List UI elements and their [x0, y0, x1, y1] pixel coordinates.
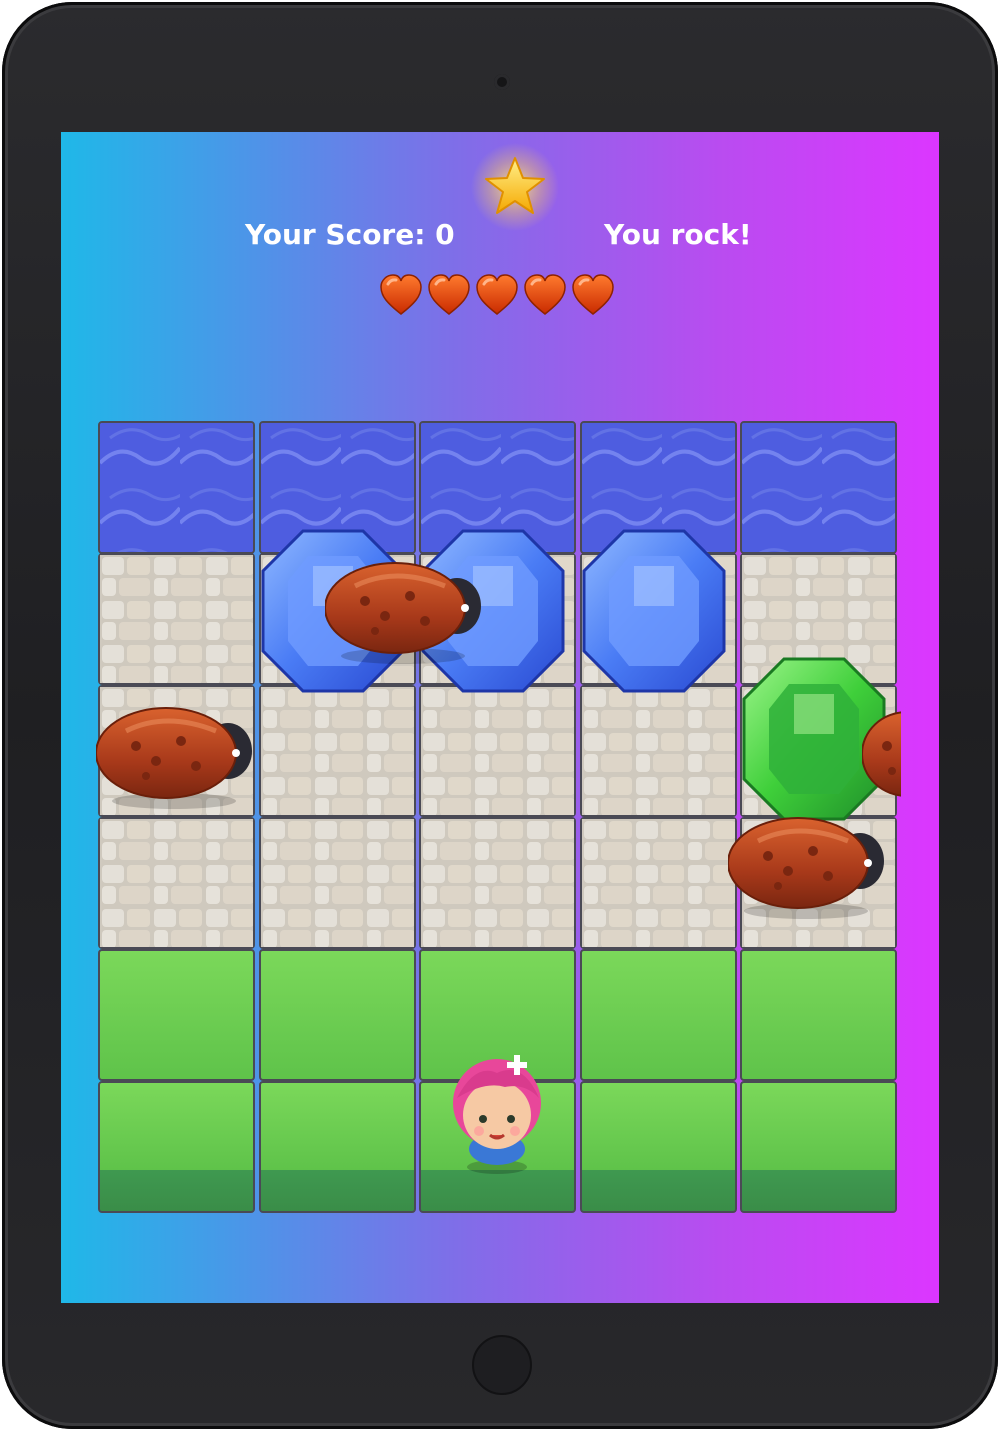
game-board[interactable]	[96, 421, 901, 1273]
heart-icon	[524, 274, 566, 315]
status-message: You rock!	[604, 218, 752, 251]
grass-tile	[740, 1081, 897, 1213]
blue-gem-icon[interactable]	[579, 526, 729, 696]
stone-texture	[100, 555, 253, 683]
stone-texture	[261, 819, 414, 947]
grass-tile	[259, 1081, 416, 1213]
stone-texture	[421, 687, 574, 815]
heart-icon	[428, 274, 470, 315]
lives-hearts	[379, 272, 615, 322]
water-tile	[98, 421, 255, 554]
player-character-icon[interactable]	[435, 1043, 560, 1178]
heart-icon	[476, 274, 518, 315]
bug-enemy-icon	[862, 711, 901, 797]
bug-enemy-icon	[96, 707, 252, 809]
stone-texture	[261, 687, 414, 815]
grass-tile	[259, 949, 416, 1081]
stone-texture	[582, 687, 735, 815]
star-icon	[471, 143, 559, 231]
camera-icon	[494, 74, 510, 90]
water-texture	[100, 423, 253, 552]
grass-tile	[580, 949, 737, 1081]
home-button[interactable]	[472, 1335, 532, 1395]
stone-tile	[98, 817, 255, 949]
tablet-frame: Your Score: 0 You rock!	[2, 2, 998, 1429]
bug-enemy-icon	[728, 817, 884, 919]
grass-tile	[580, 1081, 737, 1213]
score-label: Your Score: 0	[245, 218, 455, 251]
stone-texture	[100, 819, 253, 947]
water-tile	[740, 421, 897, 554]
stone-texture	[582, 819, 735, 947]
water-texture	[742, 423, 895, 552]
stone-tile	[419, 685, 576, 817]
bug-enemy-icon	[325, 562, 481, 664]
stone-tile	[580, 817, 737, 949]
game-screen: Your Score: 0 You rock!	[61, 132, 939, 1303]
stone-texture	[421, 819, 574, 947]
grass-tile	[98, 949, 255, 1081]
stone-tile	[259, 817, 416, 949]
heart-icon	[572, 274, 614, 315]
heart-icon	[380, 274, 422, 315]
stone-tile	[98, 553, 255, 685]
stone-tile	[580, 685, 737, 817]
grass-tile	[98, 1081, 255, 1213]
stone-tile	[419, 817, 576, 949]
stone-tile	[259, 685, 416, 817]
grass-tile	[740, 949, 897, 1081]
